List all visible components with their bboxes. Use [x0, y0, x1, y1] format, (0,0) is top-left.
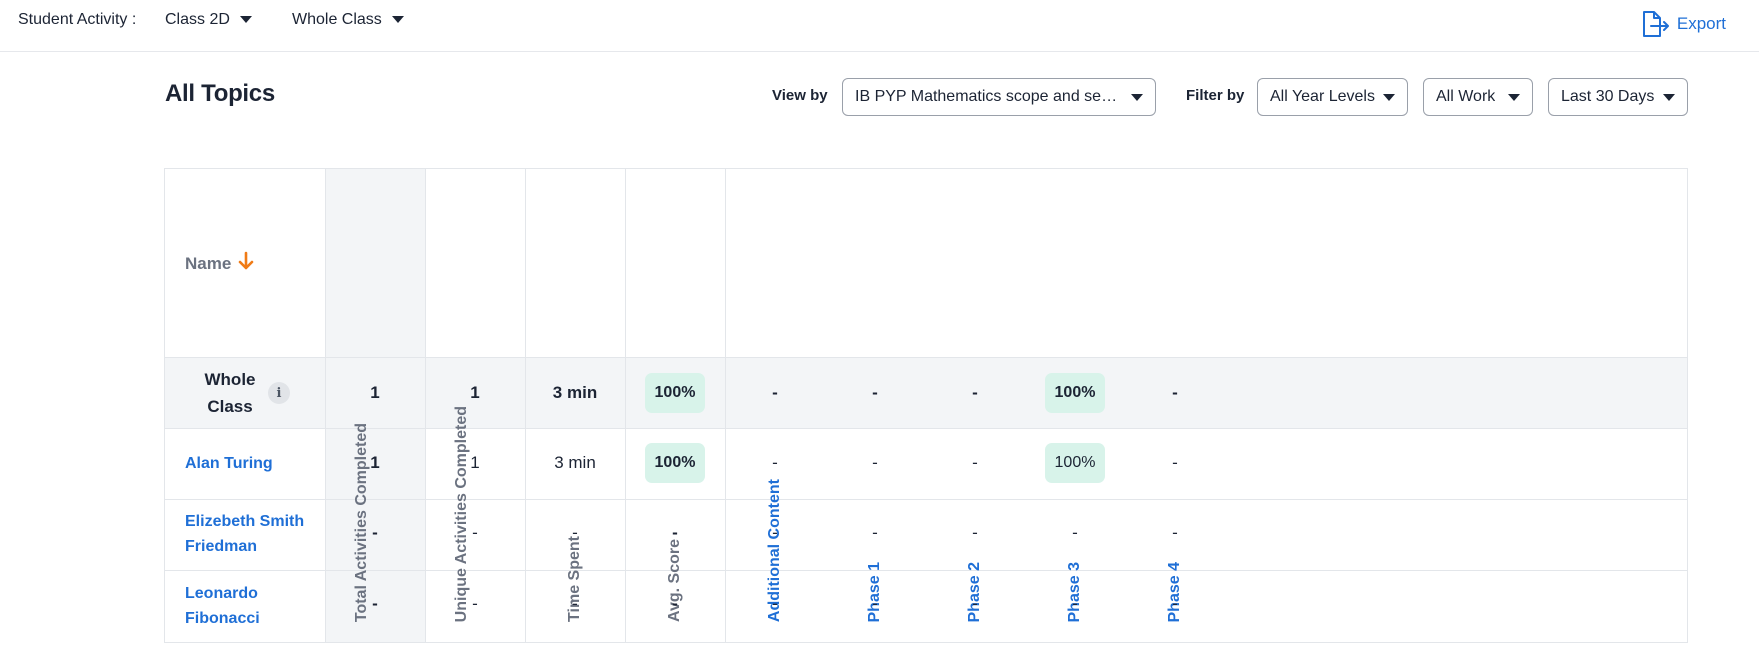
caret-down-icon — [239, 16, 252, 24]
score-badge: 100% — [645, 443, 705, 483]
caret-down-icon — [1131, 93, 1143, 101]
top-bar: Student Activity : Class 2D Whole Class … — [0, 0, 1759, 52]
year-levels-value: All Year Levels — [1270, 88, 1375, 105]
additional-cell: - — [772, 594, 778, 613]
total-cell: 1 — [370, 383, 380, 402]
caret-down-icon — [1508, 93, 1520, 101]
caret-down-icon — [1663, 93, 1675, 101]
work-value: All Work — [1436, 88, 1496, 105]
phase4-cell: - — [1172, 523, 1178, 542]
phase3-badge: 100% — [1045, 443, 1105, 483]
phase2-cell: - — [972, 383, 978, 402]
student-name-link[interactable]: Elizebeth Smith Friedman — [185, 509, 310, 559]
view-by-value: IB PYP Mathematics scope and sequence — [855, 88, 1123, 105]
column-divider — [325, 169, 326, 642]
unique-cell: - — [472, 523, 478, 542]
view-by-label: View by — [772, 87, 828, 104]
group-dropdown-value: Whole Class — [292, 11, 382, 28]
total-cell: - — [372, 594, 378, 613]
unique-cell: 1 — [470, 453, 480, 472]
phase4-cell: - — [1172, 453, 1178, 472]
phase3-cell: - — [1072, 523, 1078, 542]
class-dropdown-value: Class 2D — [165, 11, 230, 28]
row-divider — [165, 357, 1687, 358]
additional-cell: - — [772, 523, 778, 542]
group-dropdown[interactable]: Whole Class — [292, 11, 404, 29]
sort-descending-icon — [237, 251, 255, 276]
work-select[interactable]: All Work — [1423, 78, 1533, 116]
phase3-cell: - — [1072, 594, 1078, 613]
unique-cell: 1 — [470, 383, 480, 402]
phase1-cell: - — [872, 523, 878, 542]
column-divider — [625, 169, 626, 642]
phase4-cell: - — [1172, 383, 1178, 402]
filter-by-label: Filter by — [1186, 87, 1245, 104]
period-select[interactable]: Last 30 Days — [1548, 78, 1688, 116]
time-cell: - — [572, 594, 578, 613]
phase2-cell: - — [972, 453, 978, 472]
time-cell: 3 min — [554, 453, 596, 472]
caret-down-icon — [391, 16, 404, 24]
unique-cell: - — [472, 594, 478, 613]
additional-cell: - — [772, 383, 778, 402]
name-header-label: Name — [185, 253, 232, 273]
export-button[interactable]: Export — [1641, 10, 1726, 38]
student-name-link[interactable]: Alan Turing — [185, 451, 273, 476]
view-by-select[interactable]: IB PYP Mathematics scope and sequence — [842, 78, 1156, 116]
total-cell: - — [372, 523, 378, 542]
phase3-badge: 100% — [1045, 373, 1105, 413]
total-cell: 1 — [370, 453, 380, 472]
phase4-cell: - — [1172, 594, 1178, 613]
whole-class-label: Whole Class — [204, 370, 256, 416]
unique-activities-header[interactable]: Unique Activities Completed — [448, 406, 502, 622]
info-icon[interactable]: i — [268, 382, 290, 404]
phase1-cell: - — [872, 453, 878, 472]
additional-cell: - — [772, 453, 778, 472]
year-levels-select[interactable]: All Year Levels — [1257, 78, 1408, 116]
phase2-cell: - — [972, 594, 978, 613]
column-divider — [725, 169, 726, 642]
avg-score-cell: - — [672, 523, 678, 542]
export-label: Export — [1676, 14, 1726, 33]
time-cell: 3 min — [552, 383, 598, 402]
student-activity-label: Student Activity : — [18, 11, 137, 28]
column-divider — [425, 169, 426, 642]
phase1-cell: - — [872, 594, 878, 613]
column-divider — [525, 169, 526, 642]
class-dropdown[interactable]: Class 2D — [165, 11, 252, 29]
score-badge: 100% — [645, 373, 705, 413]
caret-down-icon — [1383, 93, 1395, 101]
name-column-header[interactable]: Name — [185, 251, 255, 276]
avg-score-cell: - — [672, 594, 678, 613]
time-cell: - — [572, 523, 578, 542]
period-value: Last 30 Days — [1561, 88, 1655, 105]
phase1-cell: - — [872, 383, 878, 402]
activity-table: Name Total Activities Completed Unique A… — [164, 168, 1688, 643]
student-name-link[interactable]: Leonardo Fibonacci — [185, 581, 295, 631]
phase2-cell: - — [972, 523, 978, 542]
export-icon — [1641, 10, 1671, 38]
page-title: All Topics — [165, 80, 275, 107]
